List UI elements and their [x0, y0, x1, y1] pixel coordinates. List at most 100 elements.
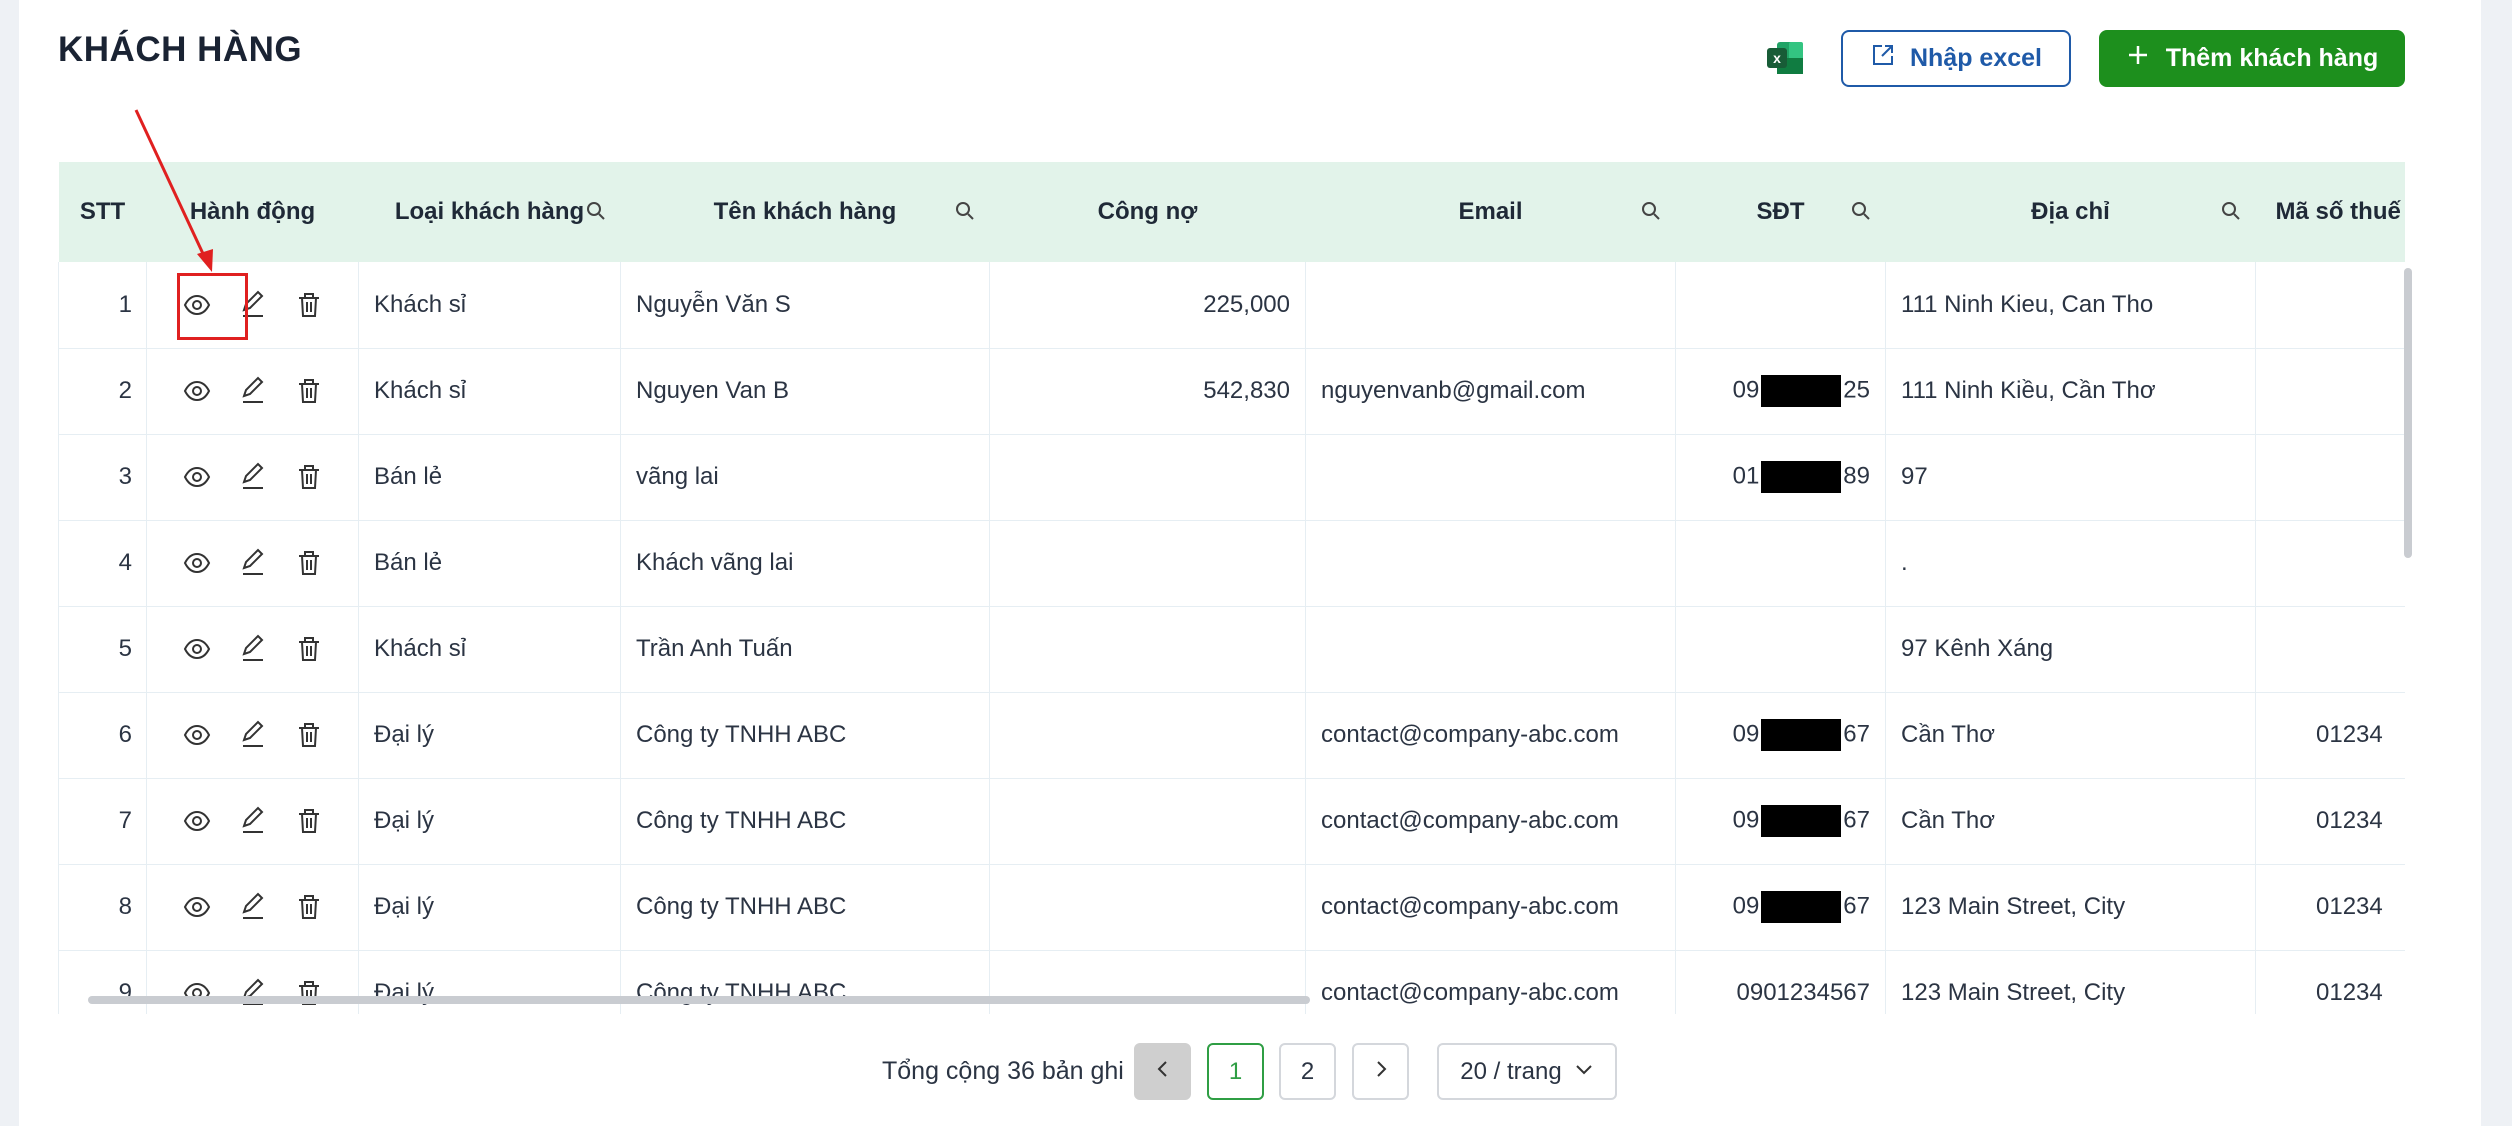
table-row: 3 Bán lẻ vãng lai 01 89 97 — [58, 434, 2405, 521]
cell-stt: 2 — [58, 348, 147, 435]
cell-actions — [146, 434, 359, 521]
table-row: 9 Đại lý Công ty TNHH ABC contact@company-a… — [58, 950, 2405, 1014]
search-icon[interactable] — [2220, 200, 2242, 222]
table-row: 8 Đại lý Công ty TNHH ABC contact@company-a… — [58, 864, 2405, 951]
cell-customer-name: vãng lai — [620, 434, 990, 521]
cell-email: contact@company-abc.com — [1305, 864, 1676, 951]
redaction-block — [1761, 461, 1842, 493]
trash-icon[interactable] — [294, 290, 324, 320]
next-page-button[interactable] — [1352, 1043, 1409, 1100]
eye-icon[interactable] — [182, 462, 212, 492]
excel-icon[interactable]: x — [1765, 40, 1805, 76]
eye-icon[interactable] — [182, 376, 212, 406]
cell-tax-code — [2255, 348, 2405, 435]
page-title: KHÁCH HÀNG — [58, 30, 303, 69]
cell-customer-type: Khách sỉ — [358, 606, 621, 693]
cell-customer-type: Bán lẻ — [358, 520, 621, 607]
trash-icon[interactable] — [294, 548, 324, 578]
edit-icon[interactable] — [238, 720, 268, 750]
phone-suffix: 67 — [1843, 892, 1870, 920]
cell-customer-name: Trần Anh Tuấn — [620, 606, 990, 693]
page-button-1[interactable]: 1 — [1207, 1043, 1264, 1100]
cell-stt: 9 — [58, 950, 147, 1014]
eye-icon[interactable] — [182, 892, 212, 922]
cell-stt: 6 — [58, 692, 147, 779]
cell-phone: 0901234567 — [1675, 950, 1886, 1014]
plus-icon — [2126, 43, 2150, 74]
edit-icon[interactable] — [238, 376, 268, 406]
trash-icon[interactable] — [294, 720, 324, 750]
edit-icon[interactable] — [238, 462, 268, 492]
vertical-scrollbar[interactable] — [2404, 268, 2412, 558]
phone-prefix: 09 — [1732, 892, 1760, 920]
cell-debt — [989, 864, 1306, 951]
cell-debt — [989, 950, 1306, 1014]
chevron-left-icon — [1153, 1058, 1173, 1086]
cell-address: 123 Main Street, City — [1885, 864, 2256, 951]
cell-stt: 8 — [58, 864, 147, 951]
cell-phone: 09 67 — [1675, 864, 1886, 951]
cell-customer-type: Bán lẻ — [358, 434, 621, 521]
page-size-select[interactable]: 20 / trang — [1437, 1043, 1617, 1100]
cell-phone: 01 89 — [1675, 434, 1886, 521]
cell-address: Cần Thơ — [1885, 692, 2256, 779]
cell-customer-name: Công ty TNHH ABC — [620, 864, 990, 951]
column-header-tax-code: Mã số thuế — [2255, 162, 2405, 262]
search-icon[interactable] — [585, 200, 607, 222]
trash-icon[interactable] — [294, 376, 324, 406]
edit-icon[interactable] — [238, 892, 268, 922]
column-header-debt: Công nợ — [989, 162, 1306, 262]
phone-suffix: 25 — [1843, 376, 1870, 404]
trash-icon[interactable] — [294, 462, 324, 492]
phone-prefix: 01 — [1732, 462, 1760, 490]
table-row: 4 Bán lẻ Khách vãng lai. — [58, 520, 2405, 607]
search-icon[interactable] — [1850, 200, 1872, 222]
cell-customer-type: Đại lý — [358, 950, 621, 1014]
cell-address: 97 — [1885, 434, 2256, 521]
add-customer-button[interactable]: Thêm khách hàng — [2099, 30, 2405, 87]
eye-icon[interactable] — [182, 806, 212, 836]
column-header-address: Địa chỉ — [1885, 162, 2256, 262]
svg-text:x: x — [1773, 50, 1781, 66]
trash-icon[interactable] — [294, 806, 324, 836]
trash-icon[interactable] — [294, 634, 324, 664]
edit-icon[interactable] — [238, 634, 268, 664]
cell-phone: 09 25 — [1675, 348, 1886, 435]
cell-actions — [146, 864, 359, 951]
chevron-right-icon — [1371, 1058, 1391, 1086]
trash-icon[interactable] — [294, 892, 324, 922]
cell-customer-name: Công ty TNHH ABC — [620, 950, 990, 1014]
cell-customer-name: Nguyễn Văn S — [620, 262, 990, 349]
cell-debt — [989, 520, 1306, 607]
redaction-block — [1761, 375, 1842, 407]
cell-customer-type: Đại lý — [358, 864, 621, 951]
cell-email: contact@company-abc.com — [1305, 778, 1676, 865]
cell-debt: 225,000 — [989, 262, 1306, 349]
import-excel-button[interactable]: Nhập excel — [1841, 30, 2071, 87]
phone-prefix: 09 — [1732, 806, 1760, 834]
column-header-actions: Hành động — [146, 162, 359, 262]
cell-email: contact@company-abc.com — [1305, 692, 1676, 779]
cell-tax-code — [2255, 434, 2405, 521]
cell-email: contact@company-abc.com — [1305, 950, 1676, 1014]
cell-customer-type: Đại lý — [358, 692, 621, 779]
phone-text: 0901234567 — [1736, 979, 1870, 1006]
edit-icon[interactable] — [238, 806, 268, 836]
column-header-customer-name: Tên khách hàng — [620, 162, 990, 262]
cell-stt: 5 — [58, 606, 147, 693]
prev-page-button[interactable] — [1134, 1043, 1191, 1100]
eye-icon[interactable] — [182, 548, 212, 578]
horizontal-scrollbar[interactable] — [88, 996, 1310, 1004]
table-row: 1 Khách sỉ Nguyễn Văn S 225,000 111 Ninh Kie… — [58, 262, 2405, 349]
search-icon[interactable] — [1640, 200, 1662, 222]
eye-icon[interactable] — [182, 634, 212, 664]
edit-icon[interactable] — [238, 548, 268, 578]
cell-email — [1305, 262, 1676, 349]
search-icon[interactable] — [954, 200, 976, 222]
chevron-down-icon — [1574, 1058, 1594, 1086]
redaction-block — [1761, 805, 1842, 837]
page-button-2[interactable]: 2 — [1279, 1043, 1336, 1100]
eye-icon[interactable] — [182, 720, 212, 750]
cell-customer-name: Công ty TNHH ABC — [620, 692, 990, 779]
cell-tax-code — [2255, 606, 2405, 693]
